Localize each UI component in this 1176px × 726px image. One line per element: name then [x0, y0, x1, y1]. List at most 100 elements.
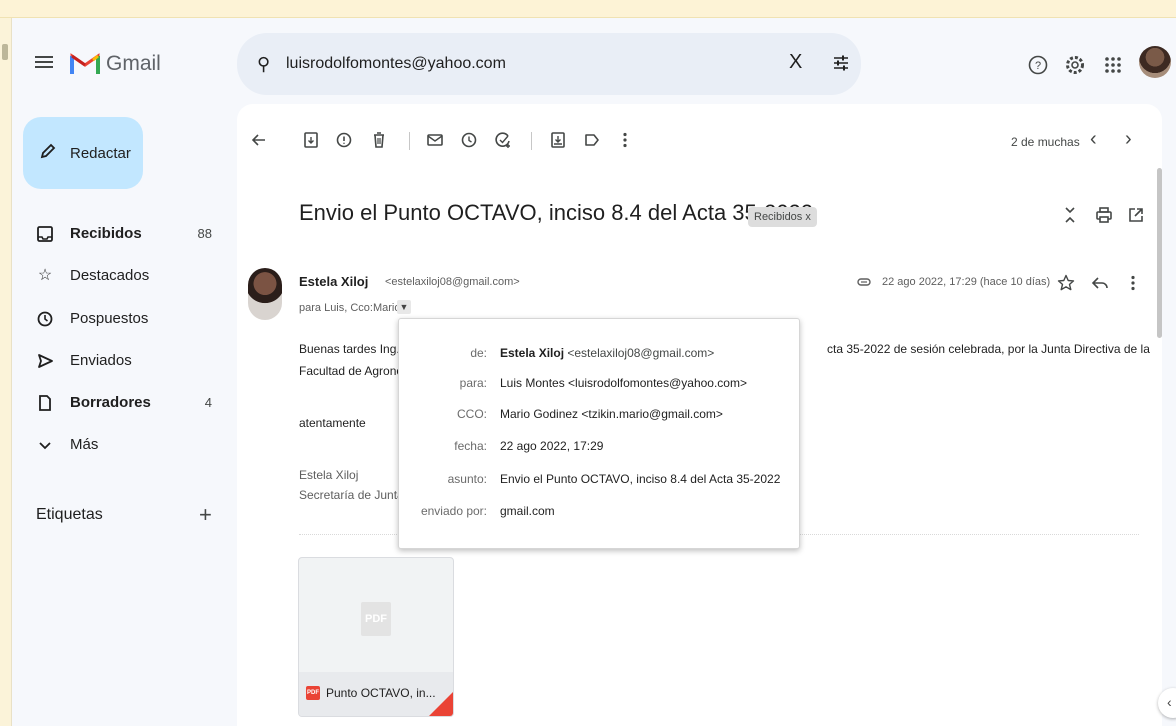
settings-gear-icon[interactable]	[1064, 54, 1086, 76]
sidebar-item-drafts[interactable]: Borradores 4	[0, 385, 230, 421]
message-details-popup: de: Estela Xiloj <estelaxiloj08@gmail.co…	[398, 318, 800, 549]
add-label-button[interactable]: +	[199, 502, 212, 528]
sender-name[interactable]: Estela Xiloj	[299, 274, 368, 289]
chevron-down-icon	[39, 442, 51, 450]
signature-name: Estela Xiloj	[299, 468, 359, 482]
star-icon: ☆	[37, 267, 53, 284]
delete-trash-icon[interactable]	[369, 130, 389, 150]
add-task-icon[interactable]	[493, 130, 513, 150]
body-line: cta 35-2022 de sesión celebrada, por la …	[827, 342, 1150, 356]
sidebar-item-more[interactable]: Más	[0, 427, 230, 463]
recipients-line: para Luis, Cco:Mario	[299, 302, 401, 314]
toolbar-divider	[531, 132, 532, 150]
star-icon[interactable]	[1056, 273, 1076, 293]
message-date: 22 ago 2022, 17:29 (hace 10 días)	[882, 276, 1051, 288]
detail-row-date: fecha: 22 ago 2022, 17:29	[399, 436, 799, 458]
main-menu-icon[interactable]	[35, 53, 55, 71]
attachment-clip-icon	[857, 278, 871, 286]
detail-value: Estela Xiloj <estelaxiloj08@gmail.com>	[500, 346, 714, 360]
app-name: Gmail	[106, 52, 161, 75]
sender-email: <estelaxiloj08@gmail.com>	[385, 276, 520, 288]
help-icon[interactable]: ?	[1027, 54, 1049, 76]
email-subject: Envio el Punto OCTAVO, inciso 8.4 del Ac…	[299, 200, 814, 225]
detail-row-bcc: CCO: Mario Godinez <tzikin.mario@gmail.c…	[399, 404, 799, 426]
detail-value: 22 ago 2022, 17:29	[500, 439, 604, 453]
pencil-icon	[40, 143, 56, 159]
mark-unread-icon[interactable]	[425, 130, 445, 150]
browser-top-strip	[0, 0, 1176, 18]
from-name: Estela Xiloj	[500, 346, 565, 360]
detail-key: de:	[470, 346, 487, 360]
move-to-icon[interactable]	[548, 130, 568, 150]
pdf-preview-icon: PDF	[361, 602, 391, 636]
file-corner-fold	[429, 690, 453, 716]
pagination-text: 2 de muchas	[1011, 135, 1080, 149]
search-bar[interactable]: ⚲ luisrodolfomontes@yahoo.com X	[237, 33, 861, 95]
send-icon	[38, 354, 53, 368]
draft-count: 4	[204, 395, 212, 410]
sidebar-item-label: Más	[70, 436, 99, 453]
compose-label: Redactar	[70, 145, 131, 162]
svg-text:?: ?	[1035, 60, 1041, 72]
inbox-icon	[37, 226, 53, 242]
more-vertical-icon[interactable]	[1123, 273, 1143, 293]
unread-count: 88	[197, 226, 212, 241]
attachment-footer: PDF Punto OCTAVO, in...	[299, 672, 453, 716]
open-in-new-window-icon[interactable]	[1126, 205, 1146, 225]
expand-all-icon[interactable]	[1060, 205, 1080, 225]
sidebar-item-label: Pospuestos	[70, 310, 149, 327]
sidebar-item-snoozed[interactable]: Pospuestos	[0, 301, 230, 337]
label-tag-icon[interactable]	[582, 130, 602, 150]
older-chevron-icon[interactable]: ›	[1125, 128, 1132, 151]
toolbar-divider	[409, 132, 410, 150]
body-line: Buenas tardes Ing. /	[299, 342, 407, 356]
inbox-label-chip[interactable]: Recibidos x	[748, 207, 817, 227]
sidebar-item-sent[interactable]: Enviados	[0, 343, 230, 379]
search-options-icon[interactable]	[831, 53, 851, 73]
attachment-filename: Punto OCTAVO, in...	[326, 686, 436, 700]
detail-key: para:	[459, 376, 487, 390]
clock-icon	[37, 311, 53, 327]
account-avatar[interactable]	[1139, 46, 1171, 78]
back-arrow-icon[interactable]	[249, 130, 269, 150]
sender-avatar[interactable]	[248, 268, 282, 320]
sidebar-item-label: Destacados	[70, 267, 150, 284]
archive-icon[interactable]	[301, 130, 321, 150]
show-details-dropdown[interactable]: ▼	[397, 300, 411, 314]
sidebar-item-label: Enviados	[70, 352, 132, 369]
sidebar-item-label: Recibidos	[70, 225, 142, 242]
detail-value: Mario Godinez <tzikin.mario@gmail.com>	[500, 407, 723, 421]
chevron-left-icon: ‹	[1167, 694, 1172, 710]
gmail-logo[interactable]	[70, 50, 100, 76]
print-icon[interactable]	[1094, 205, 1114, 225]
labels-heading: Etiquetas	[36, 506, 103, 523]
from-email: <estelaxiloj08@gmail.com>	[567, 346, 715, 360]
detail-key: asunto:	[447, 472, 487, 486]
more-vertical-icon[interactable]	[615, 130, 635, 150]
draft-icon	[39, 395, 51, 411]
edge-handle	[2, 44, 8, 60]
newer-chevron-icon[interactable]: ‹	[1090, 128, 1097, 151]
detail-row-mailed-by: enviado por: gmail.com	[399, 501, 799, 523]
report-spam-icon[interactable]	[334, 130, 354, 150]
detail-value: Luis Montes <luisrodolfomontes@yahoo.com…	[500, 376, 747, 390]
scrollbar-thumb[interactable]	[1157, 168, 1162, 338]
body-line: Facultad de Agronor	[299, 364, 408, 378]
reply-icon[interactable]	[1090, 273, 1110, 293]
sidebar-item-label: Borradores	[70, 394, 151, 411]
search-input[interactable]: luisrodolfomontes@yahoo.com	[286, 55, 506, 73]
detail-key: CCO:	[457, 407, 487, 421]
attachment-card[interactable]: PDF PDF Punto OCTAVO, in...	[298, 557, 454, 717]
sidebar-item-starred[interactable]: ☆ Destacados	[0, 258, 230, 294]
sidebar-item-inbox[interactable]: Recibidos 88	[0, 216, 230, 252]
compose-button[interactable]: Redactar	[23, 117, 143, 189]
detail-row-subject: asunto: Envio el Punto OCTAVO, inciso 8.…	[399, 469, 799, 491]
apps-grid-icon[interactable]	[1102, 54, 1124, 76]
clear-search-button[interactable]: X	[789, 51, 802, 74]
search-icon[interactable]: ⚲	[257, 54, 270, 75]
detail-value: gmail.com	[500, 504, 555, 518]
snooze-clock-icon[interactable]	[459, 130, 479, 150]
detail-key: enviado por:	[420, 504, 487, 518]
body-closing: atentamente	[299, 416, 366, 430]
detail-value: Envio el Punto OCTAVO, inciso 8.4 del Ac…	[500, 472, 781, 486]
